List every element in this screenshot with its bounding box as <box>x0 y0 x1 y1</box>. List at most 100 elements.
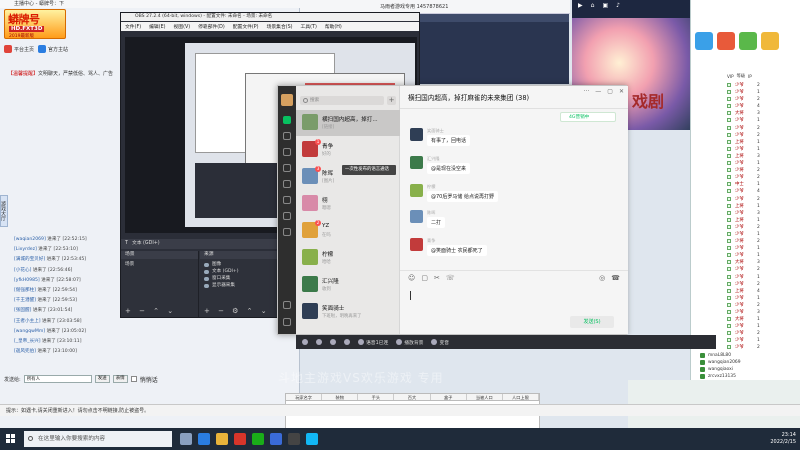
row-checkbox[interactable] <box>727 317 731 322</box>
user-row[interactable]: 少爷 4 <box>727 103 799 110</box>
row-checkbox[interactable] <box>727 338 731 343</box>
message-bubble[interactable]: 有事了，回电话 <box>427 135 471 146</box>
explorer-icon[interactable] <box>216 433 228 445</box>
scissors-icon[interactable]: ✂ <box>434 274 440 282</box>
user-row[interactable]: 少爷 2 <box>727 125 799 132</box>
row-checkbox[interactable] <box>727 246 731 251</box>
user-row[interactable]: 少爷 2 <box>727 344 799 351</box>
files-icon[interactable] <box>283 164 291 172</box>
whisper-checkbox[interactable] <box>130 376 137 382</box>
user-row[interactable]: 少爷 2 <box>727 82 799 89</box>
online-user[interactable]: zrcvxz13135 <box>700 373 741 380</box>
wechat-icon[interactable] <box>252 433 264 445</box>
add-button[interactable]: + <box>387 96 396 105</box>
user-row[interactable]: 大将 3 <box>727 110 799 117</box>
online-user[interactable]: wangqiaoxi <box>700 366 741 373</box>
eq-button[interactable] <box>344 339 350 345</box>
user-row[interactable]: 大将 1 <box>727 316 799 323</box>
obs-menu-item[interactable]: 配置文件(P) <box>233 23 259 30</box>
bg-music-button[interactable]: 播放背景 <box>396 339 423 346</box>
row-checkbox[interactable] <box>727 260 731 265</box>
speaker-button[interactable] <box>316 339 322 345</box>
user-row[interactable]: 少爷 2 <box>727 330 799 337</box>
sender-avatar[interactable] <box>410 210 423 223</box>
user-row[interactable]: 少爷 2 <box>727 96 799 103</box>
row-checkbox[interactable] <box>727 139 731 144</box>
shortcut-icon[interactable] <box>695 32 713 50</box>
row-checkbox[interactable] <box>727 210 731 215</box>
send-button[interactable]: 发送 <box>94 375 110 383</box>
message-bubble[interactable]: @是现在没空来 <box>427 163 471 174</box>
user-row[interactable]: 少爷 1 <box>727 274 799 281</box>
obs-menu-item[interactable]: 帮助(H) <box>325 23 342 30</box>
emoji-button[interactable]: 表情 <box>112 375 128 383</box>
shortcut-icon[interactable] <box>717 32 735 50</box>
row-checkbox[interactable] <box>727 175 731 180</box>
user-row[interactable]: 少爷 2 <box>727 281 799 288</box>
user-row[interactable]: 上将 4 <box>727 288 799 295</box>
obs-menu-item[interactable]: 文件(F) <box>125 23 141 30</box>
row-checkbox[interactable] <box>727 253 731 258</box>
side-tab-lobby[interactable]: 游戏大厅 <box>0 195 8 227</box>
user-row[interactable]: 少爷 4 <box>727 188 799 195</box>
sender-avatar[interactable] <box>410 156 423 169</box>
taskbar-search-input[interactable]: 在这里输入你要搜索的内容 <box>24 431 172 447</box>
row-checkbox[interactable] <box>727 146 731 151</box>
row-checkbox[interactable] <box>727 189 731 194</box>
user-row[interactable]: 少爷 2 <box>727 266 799 273</box>
message-input-caret[interactable] <box>410 291 411 300</box>
chat-icon[interactable] <box>283 116 291 124</box>
row-checkbox[interactable] <box>727 97 731 102</box>
live-icon[interactable]: ◎ <box>599 274 605 282</box>
music-icon[interactable]: ♪ <box>616 2 620 9</box>
source-item[interactable]: 文本 (GDI+) <box>204 268 275 275</box>
row-checkbox[interactable] <box>727 231 731 236</box>
user-row[interactable]: 上将 1 <box>727 139 799 146</box>
sender-avatar[interactable] <box>410 238 423 251</box>
obs-menu-item[interactable]: 工具(T) <box>301 23 317 30</box>
conversation-item[interactable]: 柠檬 哈哈 <box>296 245 400 271</box>
conversation-item[interactable]: 笑面骑士 下班啦，明晚再来了 <box>296 299 400 325</box>
user-row[interactable]: 少爷 2 <box>727 302 799 309</box>
user-row[interactable]: 少爷 1 <box>727 245 799 252</box>
message-bubble[interactable]: @笑面骑士 农民都死了 <box>427 245 487 256</box>
maximize-icon[interactable]: ▢ <box>607 88 613 95</box>
row-checkbox[interactable] <box>727 111 731 116</box>
user-row[interactable]: 少将 2 <box>727 167 799 174</box>
status-chip[interactable]: 4G营销中 <box>560 112 616 122</box>
user-row[interactable]: 少将 2 <box>727 238 799 245</box>
send-button[interactable]: 发送(S) <box>570 316 614 328</box>
user-row[interactable]: 少爷 3 <box>727 210 799 217</box>
shortcut-icon[interactable] <box>739 32 757 50</box>
online-user[interactable]: wangqian2069 <box>700 359 741 366</box>
obs-menu-item[interactable]: 场景集合(S) <box>267 23 293 30</box>
home-link[interactable]: 平台主页 <box>4 45 34 53</box>
source-item[interactable]: 窗口采集 <box>204 275 275 282</box>
app-red-icon[interactable] <box>234 433 246 445</box>
row-checkbox[interactable] <box>727 345 731 350</box>
row-checkbox[interactable] <box>727 161 731 166</box>
my-avatar[interactable] <box>281 94 293 106</box>
channels-icon[interactable] <box>283 196 291 204</box>
conversation-item[interactable]: 汇兴隆 收到 <box>296 272 400 298</box>
user-row[interactable]: 少爷 1 <box>727 117 799 124</box>
app-blue-icon[interactable] <box>270 433 282 445</box>
row-checkbox[interactable] <box>727 132 731 137</box>
shortcut-icon[interactable] <box>761 32 779 50</box>
user-row[interactable]: 少爷 1 <box>727 337 799 344</box>
contacts-icon[interactable] <box>283 132 291 140</box>
row-checkbox[interactable] <box>727 203 731 208</box>
row-checkbox[interactable] <box>727 281 731 286</box>
mic-button[interactable] <box>302 339 308 345</box>
obs-menu-item[interactable]: 视图(V) <box>173 23 190 30</box>
user-row[interactable]: 少爷 1 <box>727 295 799 302</box>
row-checkbox[interactable] <box>727 118 731 123</box>
user-row[interactable]: 上将 1 <box>727 203 799 210</box>
user-row[interactable]: 少爷 2 <box>727 224 799 231</box>
user-row[interactable]: 少爷 2 <box>727 132 799 139</box>
user-row[interactable]: 中士 1 <box>727 181 799 188</box>
row-checkbox[interactable] <box>727 224 731 229</box>
official-site-link[interactable]: 官方主站 <box>38 45 68 53</box>
user-row[interactable]: 少爷 1 <box>727 323 799 330</box>
user-row[interactable]: 少爷 1 <box>727 252 799 259</box>
